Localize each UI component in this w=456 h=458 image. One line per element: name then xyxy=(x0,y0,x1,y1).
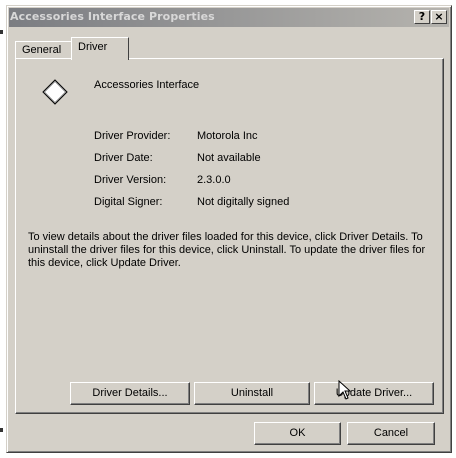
screen-edge-mark xyxy=(0,428,3,432)
driver-version-value: 2.3.0.0 xyxy=(197,174,231,186)
digital-signer-value: Not digitally signed xyxy=(197,196,290,208)
driver-description-text: To view details about the driver files l… xyxy=(28,231,426,269)
update-driver-button[interactable]: Update Driver... xyxy=(314,382,434,405)
tab-driver[interactable]: Driver xyxy=(71,37,129,60)
screen-edge-mark xyxy=(0,30,3,34)
driver-date-value: Not available xyxy=(197,152,261,164)
property-row: Driver Provider: Motorola Inc xyxy=(94,130,374,144)
driver-tab-panel: Accessories Interface Driver Provider: M… xyxy=(15,58,444,414)
uninstall-button[interactable]: Uninstall xyxy=(194,382,310,405)
close-button[interactable]: × xyxy=(431,10,447,24)
ok-button[interactable]: OK xyxy=(254,422,341,445)
title-bar[interactable]: Accessories Interface Properties ? × xyxy=(9,8,449,27)
property-row: Driver Version: 2.3.0.0 xyxy=(94,174,374,188)
driver-details-button[interactable]: Driver Details... xyxy=(70,382,190,405)
cancel-button[interactable]: Cancel xyxy=(347,422,435,445)
driver-version-label: Driver Version: xyxy=(94,174,167,186)
tab-general[interactable]: General xyxy=(15,41,73,59)
driver-provider-value: Motorola Inc xyxy=(197,130,258,142)
property-row: Digital Signer: Not digitally signed xyxy=(94,196,374,210)
diamond-device-icon xyxy=(42,79,68,105)
device-name: Accessories Interface xyxy=(94,79,200,91)
mouse-pointer-icon xyxy=(338,380,352,400)
window-title: Accessories Interface Properties xyxy=(10,10,215,23)
driver-date-label: Driver Date: xyxy=(94,152,153,164)
properties-dialog: Accessories Interface Properties ? × Gen… xyxy=(6,5,452,453)
driver-provider-label: Driver Provider: xyxy=(94,130,171,142)
digital-signer-label: Digital Signer: xyxy=(94,196,163,208)
help-button[interactable]: ? xyxy=(414,10,430,24)
property-row: Driver Date: Not available xyxy=(94,152,374,166)
